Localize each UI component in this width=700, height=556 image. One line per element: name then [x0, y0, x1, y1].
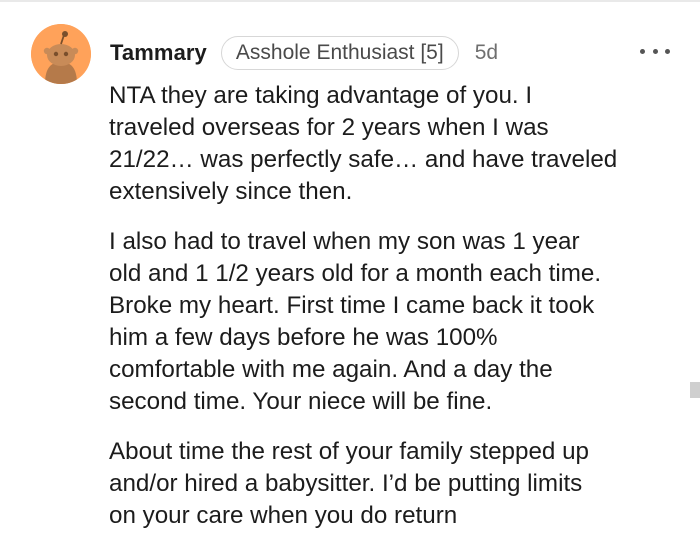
- user-flair: Asshole Enthusiast [5]: [220, 36, 459, 70]
- dot: [665, 48, 670, 54]
- user-avatar[interactable]: [31, 24, 91, 84]
- username[interactable]: Tammary: [110, 40, 207, 66]
- text-line: About time the rest of your family stepp…: [109, 438, 589, 465]
- text-line: second time. Your niece will be fine.: [109, 388, 493, 415]
- text-line: NTA they are taking advantage of you. I: [109, 82, 533, 109]
- text-line: comfortable with me again. And a day the: [109, 356, 553, 383]
- dot: [640, 48, 645, 54]
- scrollbar-thumb[interactable]: [690, 382, 700, 398]
- text-line: I also had to travel when my son was 1 y…: [109, 228, 580, 255]
- text-line: traveled overseas for 2 years when I was: [109, 114, 549, 141]
- text-line: Broke my heart. First time I came back i…: [109, 292, 595, 319]
- snoo-avatar-icon: [31, 24, 91, 84]
- dot: [652, 48, 658, 54]
- text-line: and/or hired a babysitter. I’d be puttin…: [109, 470, 583, 497]
- comment-paragraph: NTA they are taking advantage of you. I …: [109, 80, 689, 208]
- text-line: extensively since then.: [109, 178, 353, 205]
- more-options-icon[interactable]: [640, 40, 670, 62]
- comment: Tammary Asshole Enthusiast [5] 5d NTA th…: [0, 0, 700, 556]
- text-line: old and 1 1/2 years old for a month each…: [109, 260, 602, 287]
- comment-paragraph: About time the rest of your family stepp…: [109, 436, 689, 532]
- text-line: 21/22… was perfectly safe… and have trav…: [109, 146, 618, 173]
- text-line: on your care when you do return: [109, 502, 458, 529]
- comment-paragraph: I also had to travel when my son was 1 y…: [109, 226, 689, 418]
- text-line: him a few days before he was 100%: [109, 324, 498, 351]
- comment-body: NTA they are taking advantage of you. I …: [109, 80, 689, 550]
- comment-age: 5d: [474, 41, 499, 64]
- comment-header: Tammary Asshole Enthusiast [5] 5d: [110, 36, 498, 70]
